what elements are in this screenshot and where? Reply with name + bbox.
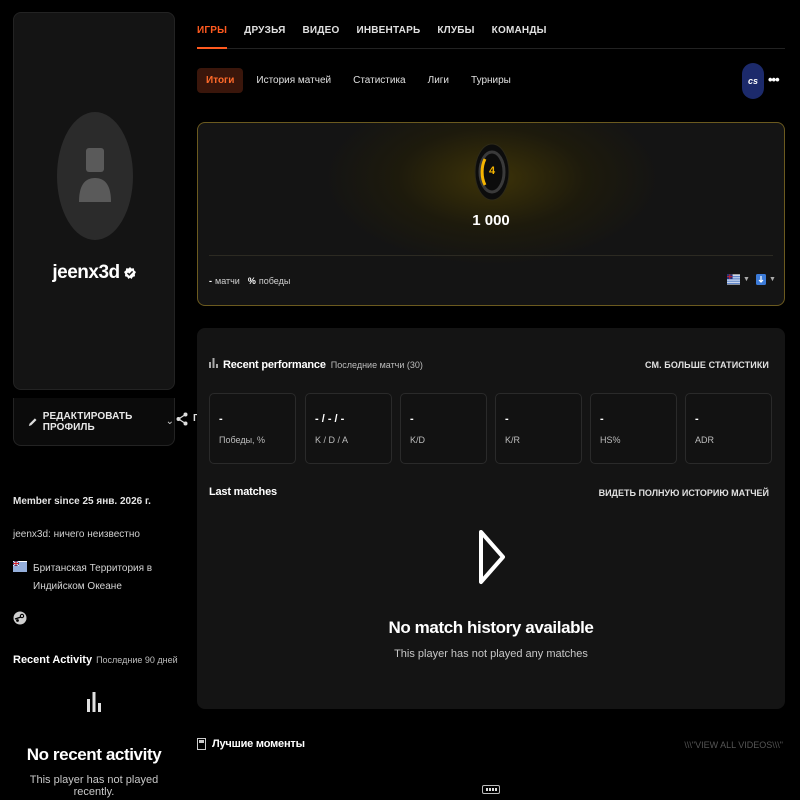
stat-value: - <box>219 413 223 425</box>
recent-activity-period: Последние 90 дней <box>96 655 178 665</box>
no-activity-title: No recent activity <box>26 745 162 764</box>
last-matches-title: Last matches <box>209 486 277 498</box>
country-row: Британская Территория в Индийском Океане <box>13 560 183 596</box>
tab-friends[interactable]: ДРУЗЬЯ <box>244 14 285 49</box>
flag-icon[interactable] <box>727 274 740 285</box>
performance-title: Recent performance <box>223 359 326 371</box>
user-silhouette-icon <box>57 112 133 240</box>
wins-label: победы <box>258 276 291 286</box>
share-icon[interactable] <box>176 412 188 426</box>
highlights-title: Лучшие моменты <box>212 738 305 750</box>
highlights-heading: Лучшие моменты <box>197 738 305 750</box>
stat-value: - <box>695 413 699 425</box>
caret-down-icon[interactable]: ▼ <box>769 276 776 283</box>
tab-video[interactable]: ВИДЕО <box>302 14 339 49</box>
stat-kda: - / - / - K / D / A <box>305 393 392 464</box>
stat-kd: - K/D <box>400 393 487 464</box>
subtab-overview[interactable]: Итоги <box>197 68 244 93</box>
rank-stats: - матчи % победы <box>209 276 290 286</box>
matches-label: матчи <box>215 276 240 286</box>
stat-label: HS% <box>600 435 621 445</box>
bio-text: jeenx3d: ничего неизвестно <box>13 529 140 540</box>
bar-chart-icon <box>209 358 218 368</box>
no-match-subtitle: This player has not played any matches <box>394 648 588 660</box>
no-activity-subtitle: This player has not played recently. <box>29 774 159 798</box>
stat-value: - <box>505 413 509 425</box>
tab-games[interactable]: ИГРЫ <box>197 14 228 49</box>
stat-kr: - K/R <box>495 393 582 464</box>
stat-value: - / - / - <box>315 413 345 425</box>
stat-label: ADR <box>695 435 715 445</box>
steam-icon[interactable] <box>13 611 27 625</box>
recent-activity-title: Recent Activity <box>13 654 93 666</box>
country-name: Британская Территория в Индийском Океане <box>33 563 153 592</box>
sub-nav: Итоги История матчей Статистика Лиги Тур… <box>197 68 533 93</box>
bar-chart-icon <box>87 692 101 712</box>
edit-profile-button[interactable]: РЕДАКТИРОВАТЬ ПРОФИЛЬ ⌄ <box>13 398 175 446</box>
film-icon <box>197 738 206 750</box>
tab-inventory[interactable]: ИНВЕНТАРЬ <box>356 14 420 49</box>
skill-level-number: 4 <box>488 165 496 177</box>
keyboard-icon[interactable] <box>482 785 500 794</box>
stat-adr: - ADR <box>685 393 772 464</box>
top-nav: ИГРЫ ДРУЗЬЯ ВИДЕО ИНВЕНТАРЬ КЛУБЫ КОМАНД… <box>197 14 785 49</box>
game-logo-cs[interactable]: cs <box>742 63 764 99</box>
play-icon <box>479 530 505 584</box>
see-more-stats-link[interactable]: СМ. БОЛЬШЕ СТАТИСТИКИ <box>600 360 769 370</box>
performance-subtitle: Последние матчи (30) <box>330 360 423 370</box>
divider <box>209 255 773 256</box>
subtab-leagues[interactable]: Лиги <box>428 75 449 86</box>
elo-value: 1 000 <box>472 212 510 229</box>
chevron-down-icon: ⌄ <box>165 416 174 427</box>
stat-label: K / D / A <box>315 435 349 445</box>
stat-hs: - HS% <box>590 393 677 464</box>
pencil-icon <box>28 417 37 426</box>
edit-profile-label: РЕДАКТИРОВАТЬ ПРОФИЛЬ <box>42 410 133 433</box>
stat-label: K/D <box>410 435 426 445</box>
wins-value: % <box>247 276 256 286</box>
avatar[interactable] <box>57 112 133 240</box>
full-match-history-link[interactable]: ВИДЕТЬ ПОЛНУЮ ИСТОРИЮ МАТЧЕЙ <box>560 488 769 498</box>
verified-badge-icon <box>123 267 136 279</box>
view-all-videos-link[interactable]: \\\"VIEW ALL VIDEOS\\\" <box>640 740 783 750</box>
username-text: jeenx3d <box>52 262 120 283</box>
performance-heading: Recent performance Последние матчи (30) <box>209 358 423 371</box>
subtab-tournaments[interactable]: Турниры <box>471 75 511 86</box>
username: jeenx3d <box>13 262 175 284</box>
more-options-icon[interactable]: ••• <box>768 72 780 87</box>
subtab-match-history[interactable]: История матчей <box>256 75 331 86</box>
stat-value: - <box>600 413 604 425</box>
stat-label: Победы, % <box>219 435 266 445</box>
stat-label: K/R <box>505 435 521 445</box>
tab-clubs[interactable]: КЛУБЫ <box>437 14 474 49</box>
recent-activity-heading: Recent Activity Последние 90 дней <box>13 654 178 666</box>
matches-value: - <box>209 276 212 286</box>
tab-teams[interactable]: КОМАНДЫ <box>492 14 547 49</box>
region-icon[interactable] <box>755 274 766 285</box>
member-since: Member since 25 янв. 2026 г. <box>13 496 151 507</box>
stat-value: - <box>410 413 414 425</box>
stat-win-rate: - Победы, % <box>209 393 296 464</box>
subtab-statistics[interactable]: Статистика <box>353 75 406 86</box>
region-selectors: ▼ ▼ <box>727 274 782 285</box>
no-match-title: No match history available <box>388 618 594 637</box>
flag-icon <box>13 561 27 572</box>
caret-down-icon[interactable]: ▼ <box>743 276 750 283</box>
